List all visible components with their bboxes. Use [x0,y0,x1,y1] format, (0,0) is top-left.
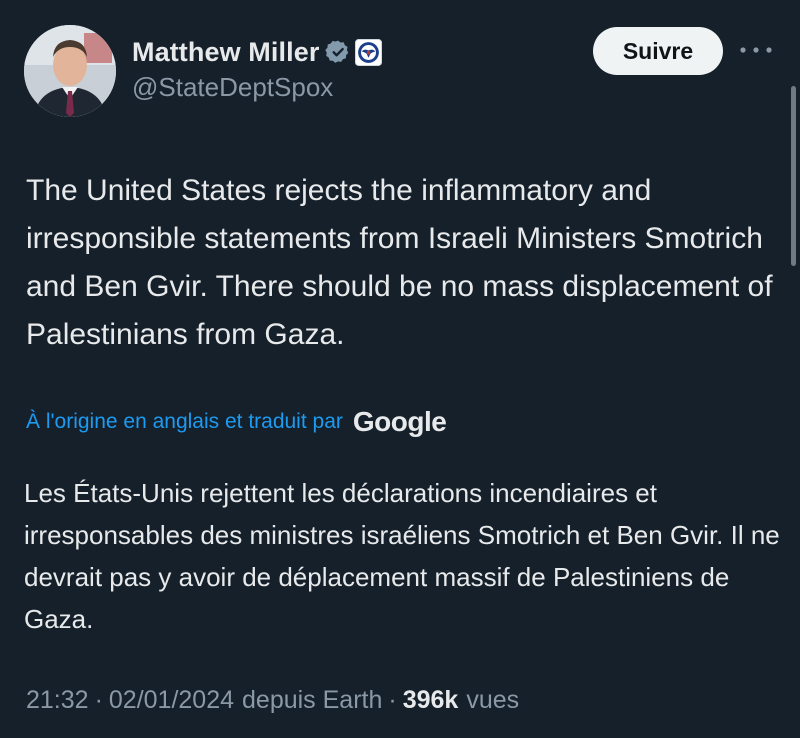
tweet-card: Matthew Miller @StateDeptSpox Suivre The… [0,0,800,738]
verified-badge-icon[interactable] [325,39,351,65]
scrollbar[interactable] [791,86,796,266]
meta-separator-2: · [388,685,397,714]
display-name[interactable]: Matthew Miller [132,37,319,68]
translation-note-link[interactable]: À l'origine en anglais et traduit par [26,410,343,434]
tweet-date[interactable]: 02/01/2024 [109,686,234,715]
meta-separator: · [94,685,103,714]
translation-attribution: À l'origine en anglais et traduit par Go… [26,402,447,442]
views-label: vues [466,685,520,714]
more-options-icon [740,47,772,53]
tweet-source: depuis Earth [242,685,383,714]
views-count: 396k [402,685,459,714]
state-department-seal-icon[interactable] [355,38,383,66]
avatar[interactable] [24,25,116,117]
tweet-text: The United States rejects the inflammato… [26,174,773,351]
follow-button[interactable]: Suivre [593,27,723,75]
avatar-photo [24,25,116,117]
translated-text: Les États-Unis rejettent les déclaration… [24,478,780,634]
author-handle[interactable]: @StateDeptSpox [132,72,552,103]
google-logo: Google [352,406,447,437]
name-row: Matthew Miller [132,34,552,70]
more-options-button[interactable] [736,38,776,62]
author-block: Matthew Miller @StateDeptSpox [132,34,552,103]
tweet-metadata: 21:32 · 02/01/2024 depuis Earth · 396k v… [26,682,519,718]
tweet-time[interactable]: 21:32 [26,686,89,715]
